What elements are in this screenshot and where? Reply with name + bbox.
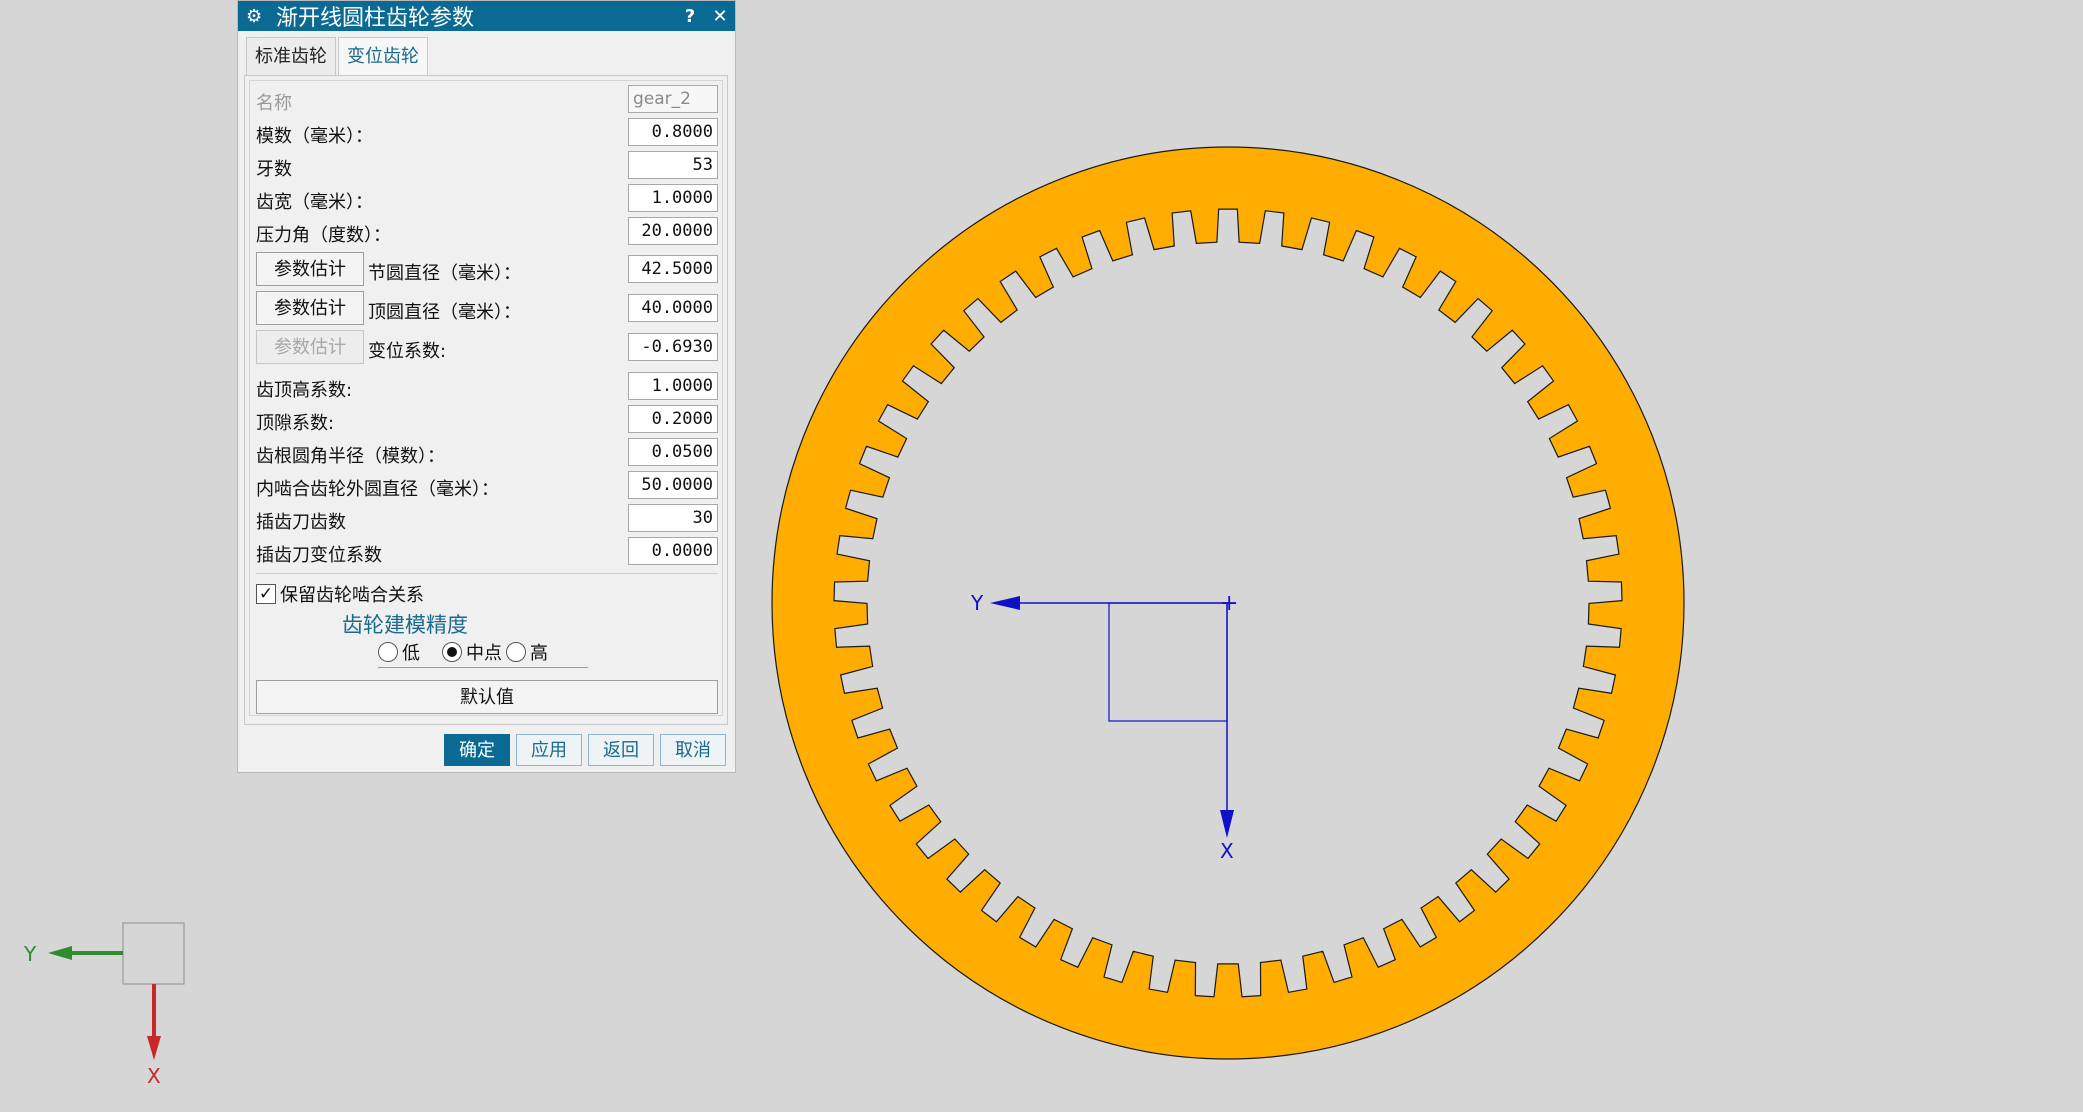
tab-shifted-gear[interactable]: 变位齿轮 <box>338 37 428 75</box>
shift-coefficient-input[interactable]: -0.6930 <box>628 333 718 361</box>
triad-x-arrowhead <box>147 1036 161 1060</box>
pressure-angle-input[interactable]: 20.0000 <box>628 217 718 245</box>
keep-mesh-label: 保留齿轮啮合关系 <box>280 585 424 606</box>
cutter-teeth-input[interactable]: 30 <box>628 504 718 532</box>
outer-diameter-input[interactable]: 50.0000 <box>628 471 718 499</box>
cutter-shift-label: 插齿刀变位系数 <box>256 545 382 566</box>
pitch-diameter-row: 参数估计 节圆直径（毫米）： 42.5000 <box>256 252 718 286</box>
shift-coefficient-row: 参数估计 变位系数: -0.6930 <box>256 330 718 364</box>
outer-diameter-row: 内啮合齿轮外圆直径（毫米）： 50.0000 <box>256 471 718 501</box>
csys-x-arrowhead <box>1220 810 1234 838</box>
work-csys: + Y X <box>970 591 1238 863</box>
clearance-row: 顶隙系数: 0.2000 <box>256 405 718 435</box>
csys-square <box>1108 602 1228 722</box>
pitch-diameter-label: 节圆直径（毫米）： <box>368 263 521 284</box>
triad-x-label: X <box>147 1064 161 1088</box>
cutter-shift-row: 插齿刀变位系数 0.0000 <box>256 537 718 567</box>
keep-mesh-checkbox[interactable]: ✓ <box>256 584 276 604</box>
back-button[interactable]: 返回 <box>588 734 654 766</box>
apply-button[interactable]: 应用 <box>516 734 582 766</box>
triad-y-arrowhead <box>48 946 72 960</box>
divider <box>256 573 718 574</box>
tab-bar: 标准齿轮 变位齿轮 <box>246 37 430 75</box>
pressure-angle-label: 压力角（度数）： <box>256 225 391 246</box>
estimate-pitch-button[interactable]: 参数估计 <box>256 252 364 286</box>
root-fillet-row: 齿根圆角半径（模数）： 0.0500 <box>256 438 718 468</box>
root-fillet-label: 齿根圆角半径（模数）： <box>256 446 445 467</box>
precision-title: 齿轮建模精度 <box>342 613 468 637</box>
precision-radio-group: 低 中点 高 <box>378 639 570 665</box>
addendum-label: 齿顶高系数: <box>256 380 353 401</box>
estimate-tip-button[interactable]: 参数估计 <box>256 291 364 325</box>
name-label: 名称 <box>256 93 292 114</box>
cutter-teeth-row: 插齿刀齿数 30 <box>256 504 718 534</box>
csys-origin-marker: + <box>1220 591 1238 616</box>
precision-underline <box>378 667 588 668</box>
teeth-row: 牙数 53 <box>256 151 718 181</box>
ok-button[interactable]: 确定 <box>444 734 510 766</box>
name-row: 名称 gear_2 <box>256 85 718 115</box>
face-width-label: 齿宽（毫米）： <box>256 192 373 213</box>
cancel-button[interactable]: 取消 <box>660 734 726 766</box>
tip-diameter-label: 顶圆直径（毫米）： <box>368 302 521 323</box>
tip-diameter-row: 参数估计 顶圆直径（毫米）： 40.0000 <box>256 291 718 325</box>
dialog-title: 渐开线圆柱齿轮参数 <box>276 6 475 31</box>
tip-diameter-input[interactable]: 40.0000 <box>628 294 718 322</box>
estimate-shift-button: 参数估计 <box>256 330 364 364</box>
csys-x-label: X <box>1220 839 1234 863</box>
precision-high-radio[interactable] <box>506 642 526 662</box>
root-fillet-input[interactable]: 0.0500 <box>628 438 718 466</box>
keep-mesh-row: ✓ 保留齿轮啮合关系 <box>256 581 424 607</box>
gear-icon: ⚙ <box>246 5 263 27</box>
module-label: 模数（毫米）： <box>256 126 373 147</box>
teeth-input[interactable]: 53 <box>628 151 718 179</box>
parameter-group: 名称 gear_2 模数（毫米）： 0.8000 牙数 53 齿宽（毫米）： 1… <box>249 80 723 716</box>
outer-diameter-label: 内啮合齿轮外圆直径（毫米）： <box>256 479 499 500</box>
name-field: gear_2 <box>628 85 718 113</box>
shift-coefficient-label: 变位系数: <box>368 341 447 362</box>
face-width-row: 齿宽（毫米）： 1.0000 <box>256 184 718 214</box>
view-triad[interactable]: Y X <box>23 922 185 1088</box>
tab-standard-gear[interactable]: 标准齿轮 <box>246 37 336 75</box>
precision-low-label: 低 <box>402 643 420 664</box>
teeth-label: 牙数 <box>256 159 292 180</box>
clearance-label: 顶隙系数: <box>256 413 335 434</box>
help-icon[interactable]: ? <box>675 6 705 27</box>
tab-panel: 名称 gear_2 模数（毫米）： 0.8000 牙数 53 齿宽（毫米）： 1… <box>244 75 728 725</box>
pitch-diameter-input[interactable]: 42.5000 <box>628 255 718 283</box>
clearance-input[interactable]: 0.2000 <box>628 405 718 433</box>
close-icon[interactable]: ✕ <box>705 6 735 27</box>
module-row: 模数（毫米）： 0.8000 <box>256 118 718 148</box>
triad-y-label: Y <box>23 942 37 966</box>
precision-medium-label: 中点 <box>466 643 502 664</box>
cutter-teeth-label: 插齿刀齿数 <box>256 512 346 533</box>
module-input[interactable]: 0.8000 <box>628 118 718 146</box>
csys-y-arrowhead <box>990 596 1020 610</box>
addendum-row: 齿顶高系数: 1.0000 <box>256 372 718 402</box>
default-values-button[interactable]: 默认值 <box>256 680 718 714</box>
pressure-angle-row: 压力角（度数）： 20.0000 <box>256 217 718 247</box>
addendum-input[interactable]: 1.0000 <box>628 372 718 400</box>
face-width-input[interactable]: 1.0000 <box>628 184 718 212</box>
precision-high-label: 高 <box>530 643 548 664</box>
dialog-titlebar[interactable]: ⚙ 渐开线圆柱齿轮参数 ? ✕ <box>238 1 735 31</box>
triad-cube <box>122 922 185 985</box>
precision-medium-radio[interactable] <box>442 642 462 662</box>
precision-low-radio[interactable] <box>378 642 398 662</box>
gear-parameters-dialog: ⚙ 渐开线圆柱齿轮参数 ? ✕ 标准齿轮 变位齿轮 名称 gear_2 模数（毫… <box>237 0 736 773</box>
csys-y-label: Y <box>970 591 984 615</box>
cutter-shift-input[interactable]: 0.0000 <box>628 537 718 565</box>
